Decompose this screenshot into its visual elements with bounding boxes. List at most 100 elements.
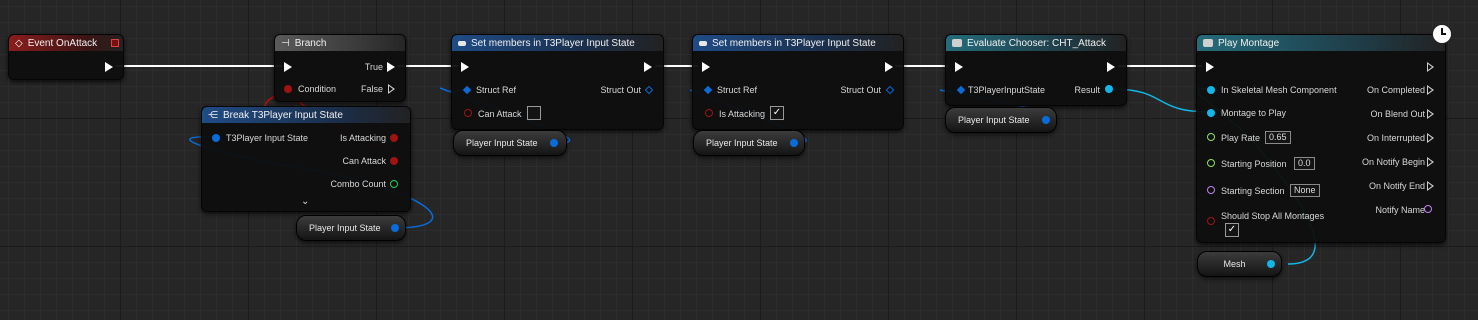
can-attack-pin[interactable] xyxy=(390,157,398,165)
montage-title: Play Montage xyxy=(1218,37,1280,49)
combo-count-pin[interactable] xyxy=(390,180,398,188)
variable-out-pin[interactable] xyxy=(391,224,399,232)
player-input-state-variable[interactable]: Player Input State xyxy=(453,130,567,156)
can-attack-checkbox[interactable] xyxy=(527,106,541,120)
node-header: ◇ Event OnAttack xyxy=(9,35,123,51)
play-rate-pin[interactable] xyxy=(1207,133,1215,141)
variable-out-pin[interactable] xyxy=(1042,116,1050,124)
struct-icon xyxy=(458,40,466,46)
montage-to-play-pin[interactable] xyxy=(1207,109,1215,117)
exec-in-pin[interactable] xyxy=(1206,62,1214,72)
player-input-state-variable[interactable]: Player Input State xyxy=(945,107,1057,133)
exec-out-pin[interactable] xyxy=(105,62,113,72)
starting-position-pin[interactable] xyxy=(1207,159,1215,167)
should-stop-checkbox[interactable]: ✓ xyxy=(1225,223,1239,237)
struct-out-pin[interactable] xyxy=(644,85,654,95)
node-header: ⊣ Branch xyxy=(275,35,405,51)
variable-out-pin[interactable] xyxy=(550,139,558,147)
set-members-node-2[interactable]: Set members in T3Player Input State Stru… xyxy=(692,34,904,130)
function-icon xyxy=(952,39,962,47)
struct-out-pin[interactable] xyxy=(885,85,895,95)
skeletal-mesh-pin[interactable] xyxy=(1207,86,1215,94)
on-completed-label: On Completed xyxy=(1366,85,1425,95)
variable-out-pin[interactable] xyxy=(790,139,798,147)
node-header: Evaluate Chooser: CHT_Attack xyxy=(946,35,1126,51)
exec-out-pin[interactable] xyxy=(1107,62,1115,72)
chooser-title: Evaluate Chooser: CHT_Attack xyxy=(967,37,1106,49)
on-interrupted-label: On Interrupted xyxy=(1366,133,1425,143)
break-struct-node[interactable]: ⋲ Break T3Player Input State T3Player In… xyxy=(201,106,411,212)
starting-position-label: Starting Position xyxy=(1221,159,1287,169)
clock-icon xyxy=(1432,24,1452,44)
break-icon: ⋲ xyxy=(208,109,218,121)
player-input-state-variable[interactable]: Player Input State xyxy=(296,215,406,241)
node-header: ⋲ Break T3Player Input State xyxy=(202,107,410,123)
is-attacking-pin[interactable] xyxy=(705,109,713,117)
struct-ref-pin[interactable] xyxy=(703,85,713,95)
play-montage-node[interactable]: Play Montage In Skeletal Mesh Component … xyxy=(1196,34,1446,243)
struct-ref-pin[interactable] xyxy=(462,85,472,95)
exec-in-pin[interactable] xyxy=(955,62,963,72)
true-label: True xyxy=(364,62,383,72)
exec-out-pin[interactable] xyxy=(644,62,652,72)
exec-in-pin[interactable] xyxy=(284,62,292,72)
branch-title: Branch xyxy=(294,37,327,49)
exec-true-pin[interactable] xyxy=(387,62,395,72)
evaluate-chooser-node[interactable]: Evaluate Chooser: CHT_Attack T3PlayerInp… xyxy=(945,34,1127,106)
mesh-variable[interactable]: Mesh xyxy=(1197,251,1282,277)
node-header: Set members in T3Player Input State xyxy=(452,35,663,51)
branch-node[interactable]: ⊣ Branch True Condition False xyxy=(274,34,406,102)
is-attacking-label: Is Attacking xyxy=(339,133,386,143)
is-attacking-checkbox[interactable]: ✓ xyxy=(770,106,784,120)
on-blend-out-pin[interactable] xyxy=(1427,109,1434,119)
is-attacking-label: Is Attacking xyxy=(719,109,766,119)
event-onattack-node[interactable]: ◇ Event OnAttack xyxy=(8,34,124,80)
should-stop-pin[interactable] xyxy=(1207,217,1215,225)
starting-position-field[interactable]: 0.0 xyxy=(1294,157,1315,170)
struct-out-label: Struct Out xyxy=(840,85,881,95)
notify-name-pin[interactable] xyxy=(1424,205,1432,213)
on-notify-end-pin[interactable] xyxy=(1427,181,1434,191)
struct-out-label: Struct Out xyxy=(600,85,641,95)
delegate-pin-icon[interactable] xyxy=(111,39,119,47)
chooser-in-pin[interactable] xyxy=(956,85,966,95)
exec-out-pin[interactable] xyxy=(885,62,893,72)
struct-in-pin[interactable] xyxy=(212,134,220,142)
variable-label: Player Input State xyxy=(309,223,381,233)
variable-label: Player Input State xyxy=(706,138,778,148)
result-pin[interactable] xyxy=(1105,85,1113,93)
on-interrupted-pin[interactable] xyxy=(1427,133,1434,143)
struct-in-label: T3Player Input State xyxy=(226,133,309,143)
starting-section-label: Starting Section xyxy=(1221,186,1285,196)
play-rate-label: Play Rate xyxy=(1221,133,1261,143)
set-members-node-1[interactable]: Set members in T3Player Input State Stru… xyxy=(451,34,664,130)
play-rate-field[interactable]: 0.65 xyxy=(1265,131,1291,144)
event-title: Event OnAttack xyxy=(27,37,98,49)
notify-name-label: Notify Name xyxy=(1375,205,1425,215)
result-label: Result xyxy=(1074,85,1100,95)
player-input-state-variable[interactable]: Player Input State xyxy=(693,130,805,156)
variable-out-pin[interactable] xyxy=(1267,260,1275,268)
condition-label: Condition xyxy=(298,84,337,94)
chevron-down-icon[interactable]: ⌄ xyxy=(301,196,309,207)
variable-label: Mesh xyxy=(1223,259,1246,269)
exec-out-pin[interactable] xyxy=(1427,62,1434,72)
function-icon xyxy=(1203,39,1213,47)
set-members-title: Set members in T3Player Input State xyxy=(471,37,635,49)
montage-to-play-label: Montage to Play xyxy=(1221,108,1287,118)
struct-ref-label: Struct Ref xyxy=(717,85,758,95)
false-label: False xyxy=(360,84,383,94)
starting-section-field[interactable]: None xyxy=(1290,184,1320,197)
is-attacking-pin[interactable] xyxy=(390,134,398,142)
condition-pin[interactable] xyxy=(284,85,292,93)
starting-section-pin[interactable] xyxy=(1207,186,1215,194)
on-completed-pin[interactable] xyxy=(1427,85,1434,95)
can-attack-pin[interactable] xyxy=(464,109,472,117)
on-notify-begin-label: On Notify Begin xyxy=(1361,157,1425,167)
exec-in-pin[interactable] xyxy=(702,62,710,72)
variable-label: Player Input State xyxy=(958,115,1030,125)
on-notify-begin-pin[interactable] xyxy=(1427,157,1434,167)
exec-false-pin[interactable] xyxy=(388,84,395,94)
should-stop-label: Should Stop All Montages xyxy=(1221,211,1325,221)
exec-in-pin[interactable] xyxy=(461,62,469,72)
